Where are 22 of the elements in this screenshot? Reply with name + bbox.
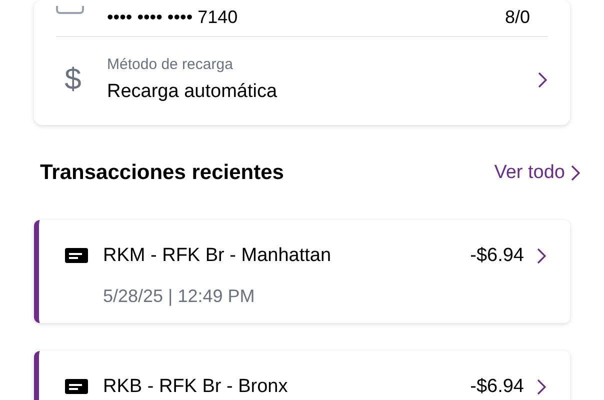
transaction-amount: -$6.94: [470, 244, 524, 268]
chevron-right-icon: [571, 164, 580, 181]
card-expiry: 8/0: [504, 8, 530, 26]
card-number: •••• •••• •••• 7140: [107, 8, 238, 26]
chevron-right-icon: [538, 72, 547, 88]
chevron-right-icon: [537, 248, 546, 264]
transaction-amount: -$6.94: [470, 375, 524, 399]
chevron-right-icon: [537, 379, 546, 395]
receipt-icon: [65, 379, 88, 394]
reload-method-row[interactable]: $ Método de recarga Recarga automática: [34, 37, 570, 123]
view-all-link[interactable]: Ver todo: [494, 158, 580, 187]
transaction-title: RKM - RFK Br - Manhattan: [103, 244, 332, 268]
section-title: Transacciones recientes: [40, 160, 284, 186]
reload-label: Método de recarga: [107, 54, 234, 74]
transaction-card[interactable]: RKB - RFK Br - Bronx -$6.94: [34, 351, 570, 400]
transaction-card[interactable]: RKM - RFK Br - Manhattan 5/28/25 | 12:49 PM -$6.94: [34, 220, 570, 323]
dollar-icon: $: [58, 65, 88, 95]
receipt-icon: [65, 248, 88, 263]
transaction-title: RKB - RFK Br - Bronx: [103, 375, 288, 399]
reload-value: Recarga automática: [107, 80, 278, 104]
transaction-date: 5/28/25 | 12:49 PM: [103, 284, 256, 308]
card-icon: [56, 6, 84, 14]
